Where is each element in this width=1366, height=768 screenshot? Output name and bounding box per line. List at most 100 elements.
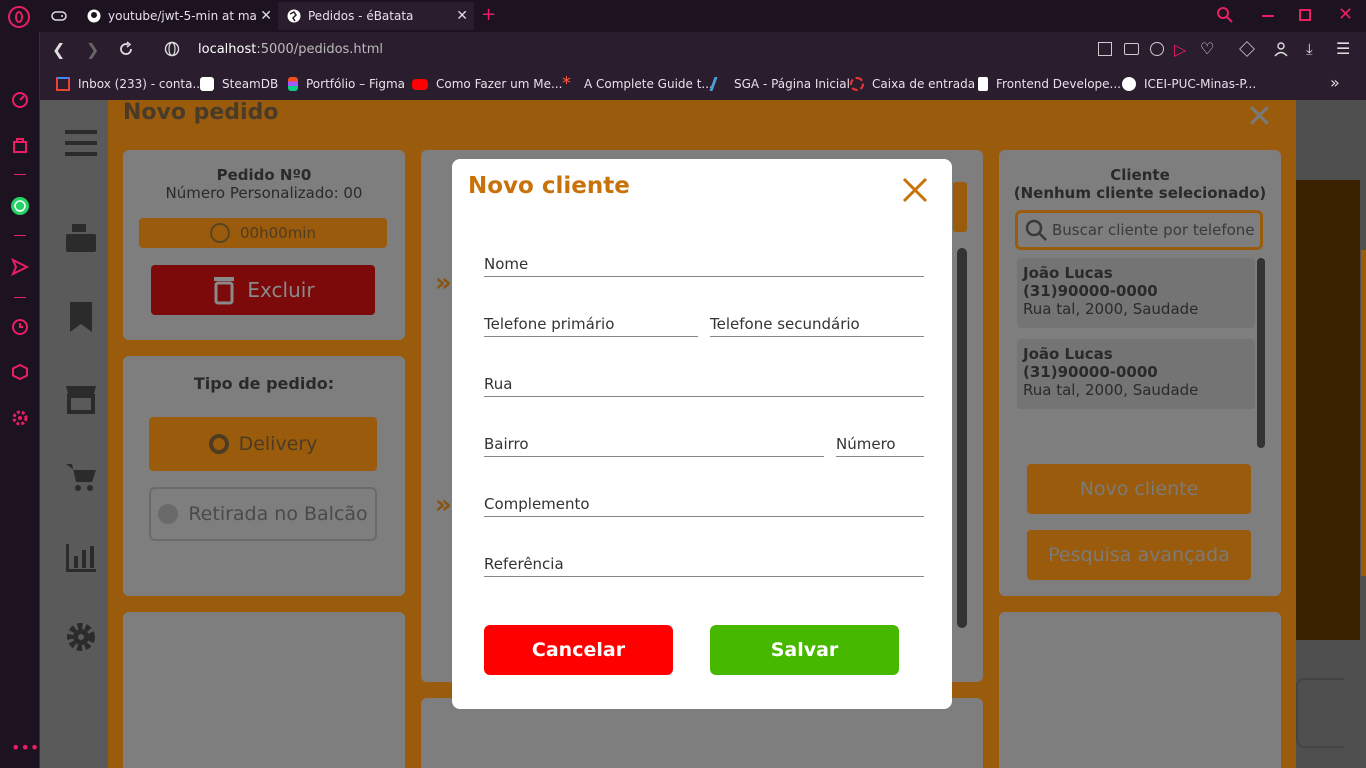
whatsapp-icon[interactable] [10, 196, 30, 216]
bookmark-icon[interactable] [64, 300, 98, 334]
bookmark-label: Caixa de entrada [872, 77, 976, 91]
client-title: Cliente [1110, 166, 1170, 184]
speed-dial-icon[interactable] [10, 90, 30, 110]
more-icon[interactable]: ••• [11, 738, 39, 757]
street-field[interactable]: Rua [484, 373, 924, 397]
more-bookmarks-icon[interactable]: » [1330, 73, 1340, 92]
bookmark-item[interactable]: Portfólio – Figma [288, 75, 405, 93]
delete-order-button[interactable]: Excluir [151, 265, 375, 315]
cube-icon[interactable] [10, 362, 30, 382]
camera-icon[interactable] [1124, 43, 1139, 55]
store-icon[interactable] [64, 380, 98, 414]
new-client-button[interactable]: Novo cliente [1027, 464, 1251, 514]
bookmark-item[interactable]: * A Complete Guide t... [562, 75, 713, 93]
client-list-item[interactable]: João Lucas (31)90000-0000 Rua tal, 2000,… [1017, 258, 1255, 328]
close-dialog-icon[interactable] [900, 175, 930, 205]
bookmark-item[interactable]: SteamDB [200, 75, 278, 93]
client-search-input[interactable]: Buscar cliente por telefone [1015, 210, 1263, 250]
download-icon[interactable]: ⤓ [1306, 40, 1313, 58]
profile-icon[interactable] [1274, 41, 1288, 57]
sidebar-divider [14, 174, 26, 175]
reload-icon[interactable] [118, 41, 134, 57]
menu-icon[interactable]: ☰ [1336, 39, 1350, 58]
bookmark-label: Frontend Develope... [996, 77, 1121, 91]
send-icon[interactable] [10, 257, 30, 277]
save-button[interactable]: Salvar [710, 625, 899, 675]
chevron-right-icon[interactable]: » [435, 268, 452, 298]
gear-icon[interactable] [64, 620, 98, 654]
search-placeholder: Buscar cliente por telefone [1052, 221, 1255, 239]
gamepad-icon[interactable] [50, 7, 68, 25]
bookmark-item[interactable]: Como Fazer um Me... [412, 75, 562, 93]
bookmark-item[interactable]: Inbox (233) - conta... [56, 75, 204, 93]
tab-pedidos[interactable]: Pedidos - éBatata ✕ [278, 2, 474, 30]
forward-icon[interactable]: ❯ [86, 40, 99, 59]
search-tabs-icon[interactable] [1216, 6, 1234, 24]
delivery-option[interactable]: Delivery [149, 417, 377, 471]
youtube-icon [412, 78, 428, 90]
close-modal-icon[interactable]: ✕ [1246, 100, 1273, 132]
flow-send-icon[interactable]: ▷ [1174, 40, 1186, 59]
cash-register-icon[interactable] [64, 220, 98, 254]
close-window-icon[interactable]: ✕ [1338, 4, 1353, 25]
url-path: :5000/pedidos.html [256, 42, 384, 57]
heart-icon[interactable]: ♡ [1200, 39, 1214, 58]
neighborhood-field[interactable]: Bairro [484, 433, 824, 457]
phone-primary-field[interactable]: Telefone primário [484, 313, 698, 337]
site-info-icon[interactable] [164, 41, 180, 57]
complement-placeholder: Complemento [484, 495, 590, 513]
adblock-icon[interactable] [1150, 42, 1164, 56]
page-scrollbar[interactable] [1361, 250, 1366, 576]
url-field[interactable]: localhost:5000/pedidos.html [198, 42, 383, 57]
tab-github[interactable]: youtube/jwt-5-min at mast ✕ [78, 2, 278, 30]
history-icon[interactable] [10, 317, 30, 337]
number-field[interactable]: Número [836, 433, 924, 457]
street-placeholder: Rua [484, 375, 513, 393]
client-name: João Lucas [1023, 345, 1113, 363]
pickup-option[interactable]: Retirada no Balcão [149, 487, 377, 541]
complement-field[interactable]: Complemento [484, 493, 924, 517]
client-phone: (31)90000-0000 [1023, 363, 1158, 381]
radio-unselected-icon [158, 504, 179, 524]
hamburger-menu-icon[interactable] [64, 128, 98, 162]
number-placeholder: Número [836, 435, 896, 453]
radio-selected-icon [208, 434, 229, 454]
bookmark-item[interactable]: Caixa de entrada [850, 75, 975, 93]
opera-logo-icon[interactable] [8, 6, 30, 28]
timer-value: 00h00min [240, 224, 316, 242]
back-icon[interactable]: ❮ [52, 40, 65, 59]
close-tab-icon[interactable]: ✕ [256, 8, 272, 24]
shopping-bag-icon[interactable] [10, 135, 30, 155]
new-tab-button[interactable]: + [481, 4, 496, 25]
dialog-title: Novo cliente [468, 173, 630, 199]
clock-icon [210, 223, 231, 243]
settings-icon[interactable] [10, 408, 30, 428]
chart-icon[interactable] [64, 540, 98, 574]
order-card: Pedido Nº0 Número Personalizado: 00 00h0… [123, 150, 405, 340]
cancel-button[interactable]: Cancelar [484, 625, 673, 675]
minimize-icon[interactable] [1262, 15, 1274, 17]
bookmark-item[interactable]: ICEI-PUC-Minas-P... [1122, 75, 1256, 93]
advanced-search-button[interactable]: Pesquisa avançada [1027, 530, 1251, 580]
name-field[interactable]: Nome [484, 253, 924, 277]
reference-field[interactable]: Referência [484, 553, 924, 577]
panel-scrollbar[interactable] [957, 248, 967, 628]
bookmark-item[interactable]: Frontend Develope... [978, 75, 1121, 93]
bookmark-item[interactable]: SGA - Página Inicial [709, 75, 850, 93]
phone-secondary-field[interactable]: Telefone secundário [710, 313, 924, 337]
panel-tab[interactable] [953, 182, 967, 232]
tab-label: Pedidos - éBatata [308, 9, 414, 23]
cart-icon[interactable] [64, 460, 98, 494]
asterisk-icon: * [562, 73, 571, 94]
restore-icon[interactable] [1299, 9, 1311, 21]
client-list-item[interactable]: João Lucas (31)90000-0000 Rua tal, 2000,… [1017, 339, 1255, 409]
extensions-cube-icon[interactable] [1239, 41, 1255, 57]
background-block [1296, 180, 1360, 640]
edit-page-icon[interactable] [1098, 42, 1112, 56]
chevron-right-icon[interactable]: » [435, 490, 452, 520]
close-tab-icon[interactable]: ✕ [456, 8, 468, 24]
timer: 00h00min [139, 218, 387, 248]
background-button [1296, 678, 1344, 748]
bookmark-label: ICEI-PUC-Minas-P... [1144, 77, 1257, 91]
client-list-scrollbar[interactable] [1257, 258, 1265, 448]
